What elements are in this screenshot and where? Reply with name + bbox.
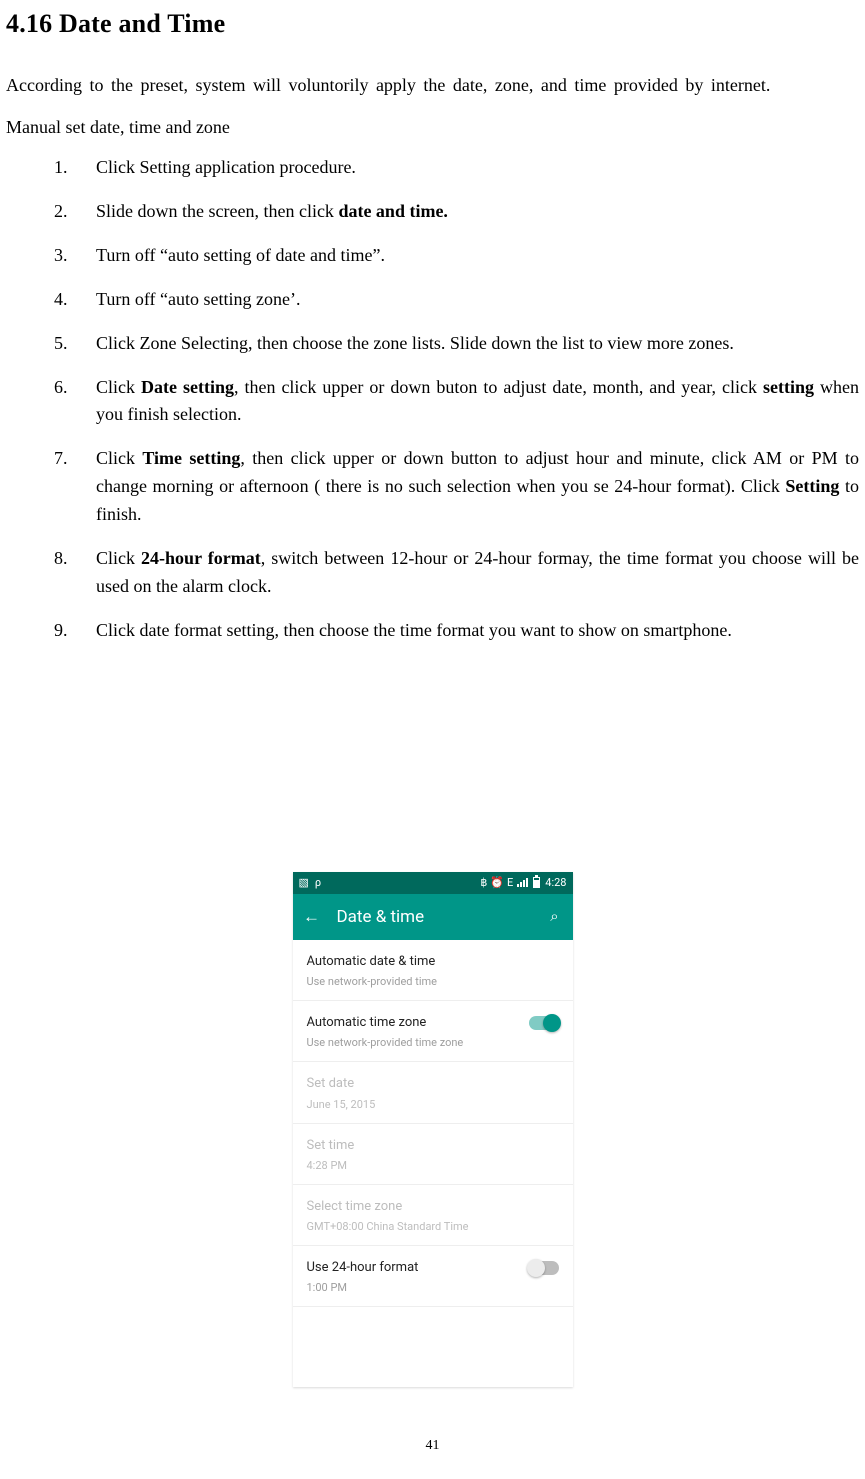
setting-label: Set time <box>307 1136 355 1156</box>
signal-icon <box>517 878 528 887</box>
toggle-switch[interactable] <box>529 1261 559 1275</box>
list-number: 1. <box>54 154 68 182</box>
list-item: 2. Slide down the screen, then click dat… <box>54 198 859 226</box>
list-number: 5. <box>54 330 68 358</box>
status-bar: ▧ ρ ฿ ⏰ E 4:28 <box>293 872 573 894</box>
page-number: 41 <box>0 1435 865 1457</box>
list-item: 5. Click Zone Selecting, then choose the… <box>54 330 859 358</box>
list-number: 9. <box>54 617 68 645</box>
phone-screenshot: ▧ ρ ฿ ⏰ E 4:28 ← Date & time ⌕ Automatic… <box>293 872 573 1387</box>
alarm-icon: ⏰ <box>490 874 504 891</box>
list-number: 7. <box>54 445 68 473</box>
setting-sublabel: GMT+08:00 China Standard Time <box>307 1218 559 1235</box>
screenshot-icon: ▧ <box>299 874 309 891</box>
setting-sublabel: 1:00 PM <box>307 1279 559 1296</box>
status-clock: 4:28 <box>545 874 566 891</box>
setting-row-set-date: Set date June 15, 2015 <box>293 1062 573 1123</box>
list-number: 8. <box>54 545 68 573</box>
subtitle: Manual set date, time and zone <box>6 114 859 142</box>
setting-sublabel: Use network-provided time <box>307 973 559 990</box>
list-number: 6. <box>54 374 68 402</box>
setting-label: Use 24-hour format <box>307 1258 419 1278</box>
list-number: 3. <box>54 242 68 270</box>
setting-label: Automatic time zone <box>307 1013 427 1033</box>
list-text: Click date format setting, then choose t… <box>96 620 732 640</box>
battery-icon <box>533 877 540 888</box>
list-text: Turn off “auto setting zone’. <box>96 289 300 309</box>
setting-row-auto-date-time[interactable]: Automatic date & time Use network-provid… <box>293 940 573 1001</box>
blank-area <box>293 1307 573 1387</box>
list-text: Click Time setting, then click upper or … <box>96 448 859 524</box>
back-icon[interactable]: ← <box>301 904 323 930</box>
list-number: 2. <box>54 198 68 226</box>
app-bar: ← Date & time ⌕ <box>293 894 573 940</box>
setting-sublabel: 4:28 PM <box>307 1157 559 1174</box>
setting-row-set-time: Set time 4:28 PM <box>293 1124 573 1185</box>
setting-sublabel: Use network-provided time zone <box>307 1034 559 1051</box>
app-icon: ρ <box>315 874 321 891</box>
list-item: 7. Click Time setting, then click upper … <box>54 445 859 529</box>
list-text: Click Date setting, then click upper or … <box>96 377 859 425</box>
list-item: 8. Click 24-hour format, switch between … <box>54 545 859 601</box>
setting-row-24-hour-format[interactable]: Use 24-hour format 1:00 PM <box>293 1246 573 1307</box>
appbar-title: Date & time <box>337 904 545 930</box>
list-item: 3. Turn off “auto setting of date and ti… <box>54 242 859 270</box>
setting-sublabel: June 15, 2015 <box>307 1096 559 1113</box>
list-item: 6. Click Date setting, then click upper … <box>54 374 859 430</box>
section-title: 4.16 Date and Time <box>6 4 859 44</box>
setting-label: Automatic date & time <box>307 952 436 972</box>
list-text: Click 24-hour format, switch between 12-… <box>96 548 859 596</box>
list-item: 9. Click date format setting, then choos… <box>54 617 859 645</box>
list-text: Turn off “auto setting of date and time”… <box>96 245 385 265</box>
toggle-switch[interactable] <box>529 1016 559 1030</box>
setting-label: Set date <box>307 1074 355 1094</box>
list-text: Click Setting application procedure. <box>96 157 356 177</box>
intro-paragraph: According to the preset, system will vol… <box>6 72 859 100</box>
list-item: 4. Turn off “auto setting zone’. <box>54 286 859 314</box>
list-number: 4. <box>54 286 68 314</box>
setting-label: Select time zone <box>307 1197 403 1217</box>
list-text: Click Zone Selecting, then choose the zo… <box>96 333 734 353</box>
network-type-icon: E <box>507 874 513 891</box>
bluetooth-icon: ฿ <box>480 874 487 891</box>
instruction-list: 1. Click Setting application procedure. … <box>54 154 859 645</box>
setting-row-select-time-zone: Select time zone GMT+08:00 China Standar… <box>293 1185 573 1246</box>
list-text: Slide down the screen, then click date a… <box>96 201 448 221</box>
setting-row-auto-time-zone[interactable]: Automatic time zone Use network-provided… <box>293 1001 573 1062</box>
search-icon[interactable]: ⌕ <box>545 905 565 928</box>
list-item: 1. Click Setting application procedure. <box>54 154 859 182</box>
